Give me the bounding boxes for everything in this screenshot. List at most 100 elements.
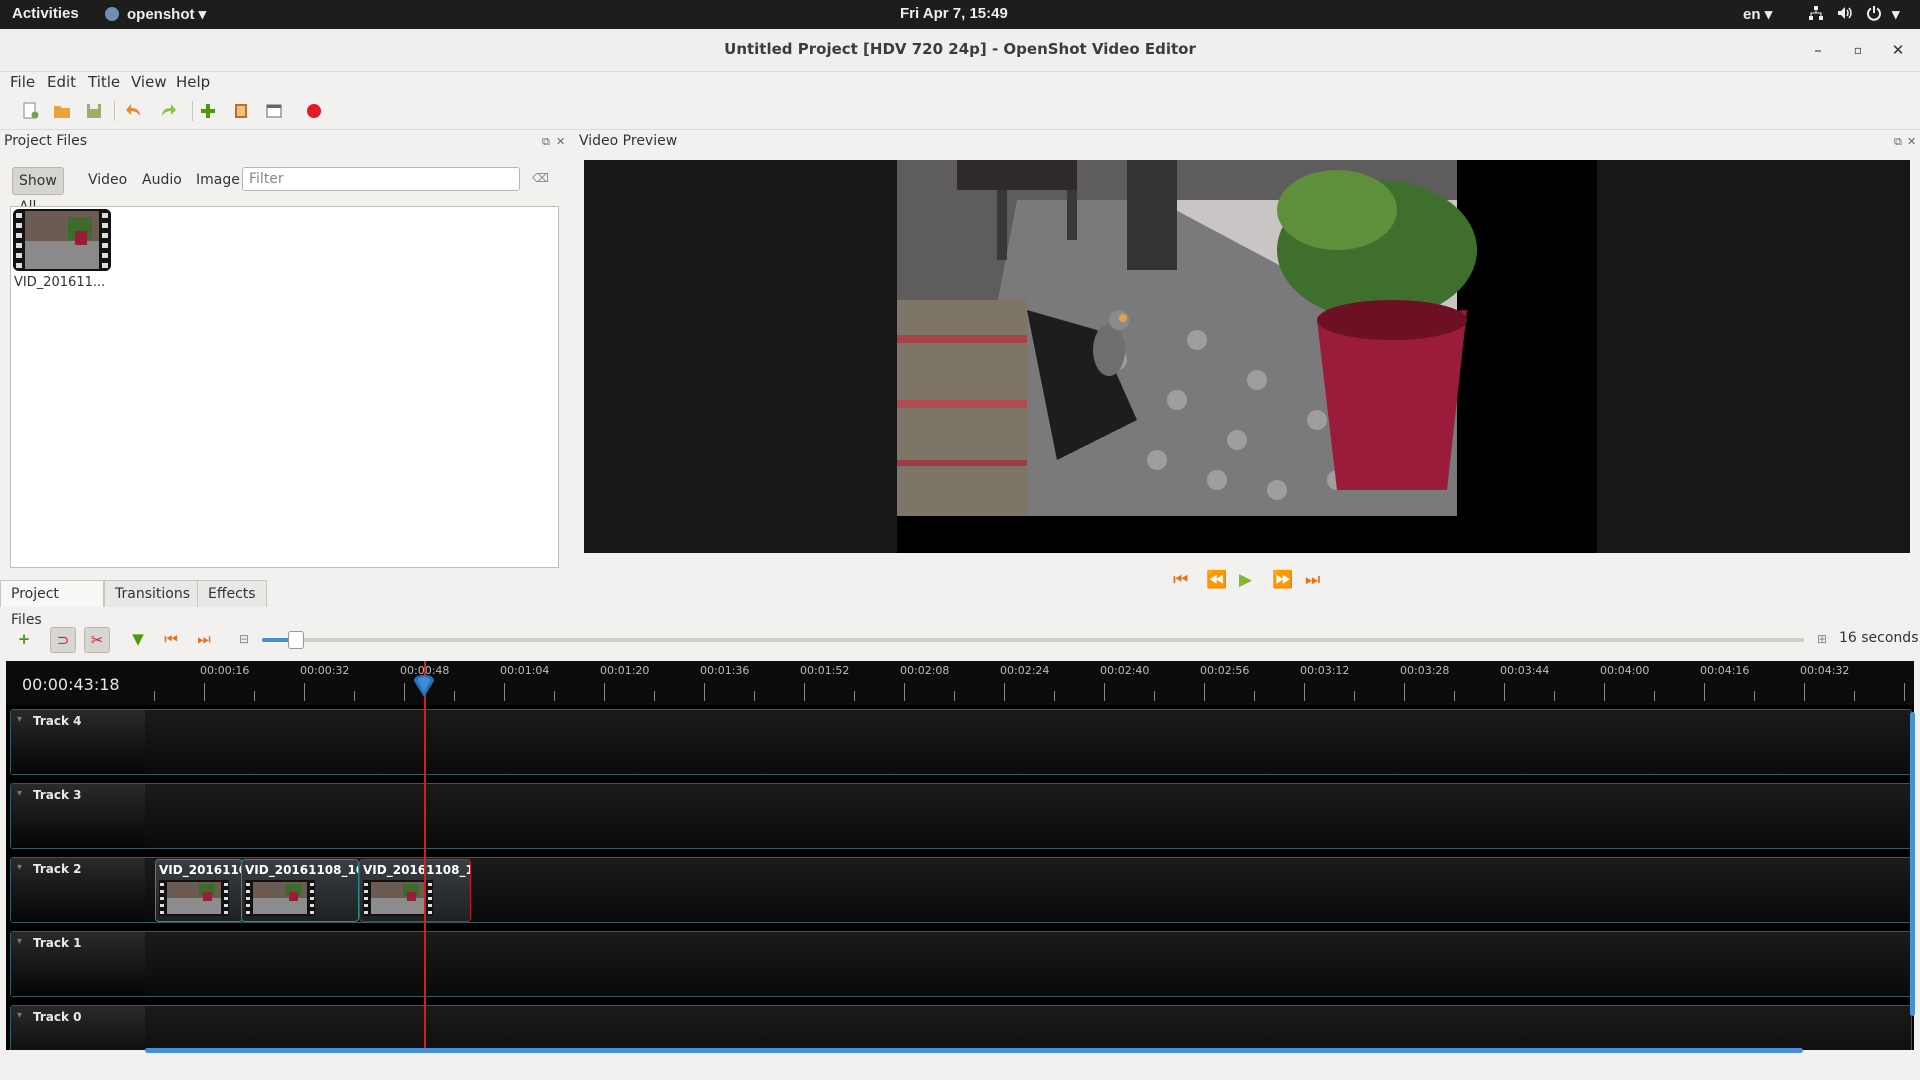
add-track-icon[interactable]: +: [12, 627, 36, 651]
ruler-tick: [554, 691, 555, 701]
track-header[interactable]: ▾ Track 2: [11, 858, 145, 922]
video-frame: [897, 160, 1597, 553]
filter-audio-button[interactable]: Audio: [136, 167, 188, 193]
save-project-icon[interactable]: [84, 101, 104, 121]
previous-marker-icon[interactable]: ⏮: [159, 627, 183, 651]
menu-title[interactable]: Title: [88, 73, 120, 91]
export-video-icon[interactable]: [304, 101, 324, 121]
ruler-tick: [254, 691, 255, 701]
rewind-icon[interactable]: ⏪: [1206, 570, 1227, 590]
fast-forward-icon[interactable]: ⏩: [1272, 570, 1293, 590]
video-preview-dock-title: Video Preview: [579, 133, 678, 149]
timeline[interactable]: 00:00:43:18 00:00:1600:00:3200:00:4800:0…: [6, 661, 1914, 1050]
power-icon[interactable]: [1866, 5, 1882, 25]
language-label: en: [1743, 6, 1761, 23]
file-thumbnail[interactable]: [13, 209, 111, 271]
track-header[interactable]: ▾ Track 1: [11, 932, 145, 996]
toolbar-separator: [114, 101, 115, 121]
track-collapse-icon[interactable]: ▾: [17, 862, 22, 873]
filter-show-all-button[interactable]: Show All: [12, 167, 64, 215]
timeline-track[interactable]: ▾ Track 4: [10, 709, 1912, 775]
ruler-tick: [154, 691, 155, 701]
minimize-button[interactable]: –: [1806, 38, 1830, 62]
timeline-clip[interactable]: VID_20161108_1...: [359, 859, 471, 922]
import-files-icon[interactable]: [198, 101, 218, 121]
razor-icon[interactable]: ✂: [84, 627, 110, 653]
zoom-out-icon[interactable]: ⊟: [232, 627, 256, 651]
filter-video-button[interactable]: Video: [82, 167, 133, 193]
ruler-tick: [654, 691, 655, 701]
play-icon[interactable]: ▶: [1239, 570, 1252, 590]
project-files-dock-title: Project Files: [4, 133, 88, 149]
zoom-slider-handle[interactable]: [288, 631, 304, 649]
tab-transitions[interactable]: Transitions: [104, 580, 201, 607]
maximize-button[interactable]: ▫: [1846, 38, 1870, 62]
project-files-list[interactable]: VID_201611...: [10, 206, 559, 568]
ruler-tick: [1504, 683, 1505, 701]
menu-bar: File Edit Title View Help: [0, 71, 1920, 93]
language-indicator[interactable]: en ▾: [1743, 5, 1772, 23]
dock-float-icon[interactable]: ⧉: [542, 135, 550, 149]
track-header[interactable]: ▾ Track 3: [11, 784, 145, 848]
system-menu-arrow-icon[interactable]: ▾: [1892, 5, 1900, 23]
choose-profile-icon[interactable]: [231, 101, 251, 121]
zoom-in-icon[interactable]: ⊞: [1810, 627, 1834, 651]
dock-close-icon[interactable]: ✕: [556, 135, 565, 148]
jump-to-start-icon[interactable]: ⏮: [1173, 570, 1188, 590]
track-header[interactable]: ▾ Track 0: [11, 1006, 145, 1050]
ruler-tick: [954, 691, 955, 701]
track-collapse-icon[interactable]: ▾: [17, 1010, 22, 1021]
timeline-clip[interactable]: VID_20161108: [155, 859, 243, 922]
ruler-label: 00:02:40: [1100, 664, 1150, 677]
menu-help[interactable]: Help: [176, 73, 210, 91]
timeline-track[interactable]: ▾ Track 3: [10, 783, 1912, 849]
preview-dock-close-icon[interactable]: ✕: [1907, 135, 1916, 148]
tab-project-files[interactable]: Project Files: [0, 580, 104, 628]
timeline-clip[interactable]: VID_20161108_10...: [241, 859, 359, 922]
tab-effects[interactable]: Effects: [197, 580, 267, 607]
new-project-icon[interactable]: [20, 101, 40, 121]
volume-icon[interactable]: [1836, 5, 1854, 25]
menu-edit[interactable]: Edit: [47, 73, 76, 91]
ruler-tick: [1354, 691, 1355, 701]
track-collapse-icon[interactable]: ▾: [17, 788, 22, 799]
ruler-tick: [1704, 683, 1705, 701]
activities-button[interactable]: Activities: [12, 5, 79, 22]
filter-image-button[interactable]: Image: [190, 167, 246, 193]
preview-dock-float-icon[interactable]: ⧉: [1894, 135, 1902, 149]
filter-input[interactable]: Filter: [242, 167, 520, 191]
jump-to-end-icon[interactable]: ⏭: [1305, 570, 1320, 590]
fullscreen-icon[interactable]: [264, 101, 284, 121]
timeline-track[interactable]: ▾ Track 0: [10, 1005, 1912, 1050]
top-bar: Activities openshot ▾ Fri Apr 7, 15:49 e…: [0, 0, 1920, 29]
timeline-track[interactable]: ▾ Track 1: [10, 931, 1912, 997]
close-button[interactable]: ✕: [1886, 38, 1910, 62]
redo-icon[interactable]: [158, 101, 178, 121]
track-collapse-icon[interactable]: ▾: [17, 714, 22, 725]
open-project-icon[interactable]: [52, 101, 72, 121]
menu-view[interactable]: View: [131, 73, 167, 91]
next-marker-icon[interactable]: ⏭: [192, 627, 216, 651]
undo-icon[interactable]: [124, 101, 144, 121]
playhead-line[interactable]: [424, 661, 426, 1050]
zoom-slider[interactable]: [262, 638, 1804, 642]
clock[interactable]: Fri Apr 7, 15:49: [900, 5, 1008, 22]
timeline-vertical-scrollbar[interactable]: [1910, 712, 1915, 1016]
ruler-tick: [1854, 691, 1855, 701]
clear-filter-icon[interactable]: ⌫: [532, 171, 549, 185]
ruler-tick: [1154, 691, 1155, 701]
track-collapse-icon[interactable]: ▾: [17, 936, 22, 947]
snapping-icon[interactable]: ⊃: [50, 627, 76, 653]
menu-file[interactable]: File: [10, 73, 35, 91]
video-preview-area[interactable]: [584, 160, 1910, 553]
track-header[interactable]: ▾ Track 4: [11, 710, 145, 774]
app-menu[interactable]: openshot ▾: [105, 5, 206, 23]
timeline-horizontal-scrollbar[interactable]: [145, 1048, 1803, 1053]
ruler-label: 00:00:16: [200, 664, 250, 677]
clip-thumbnail: [159, 880, 229, 916]
timeline-track[interactable]: ▾ Track 2 VID_20161108VID_20161108_10... VI…: [10, 857, 1912, 923]
network-icon[interactable]: [1808, 5, 1824, 25]
add-marker-icon[interactable]: ▼: [126, 627, 150, 651]
playhead-marker-icon[interactable]: [412, 675, 436, 697]
timeline-ruler[interactable]: 00:00:43:18 00:00:1600:00:3200:00:4800:0…: [6, 661, 1914, 705]
